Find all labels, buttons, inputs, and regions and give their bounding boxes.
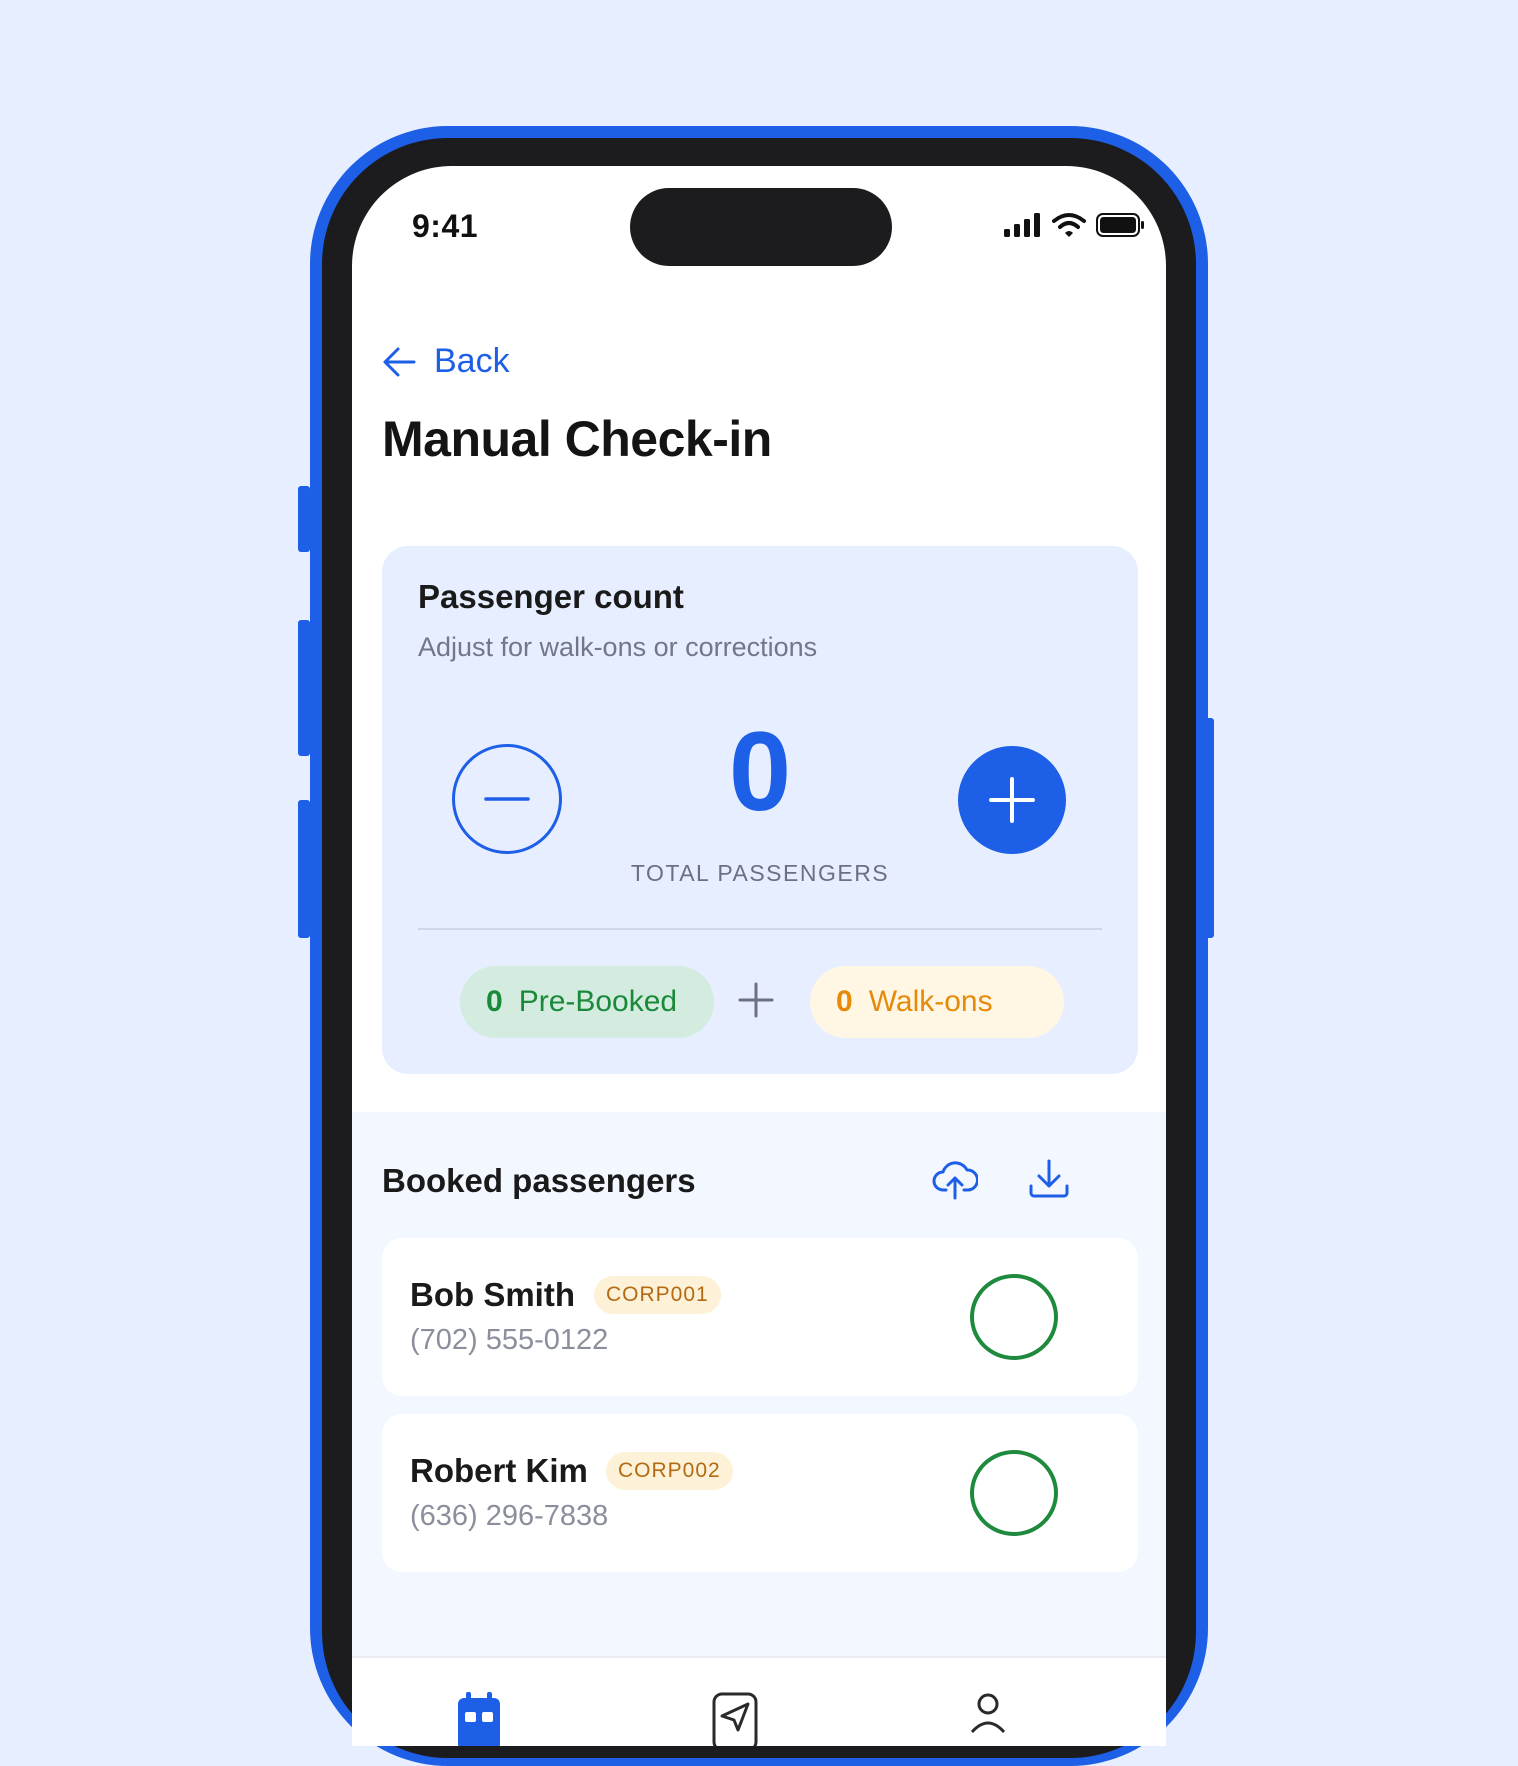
phone-side-button	[1202, 718, 1214, 938]
check-in-toggle[interactable]	[970, 1274, 1058, 1360]
corporate-code-badge: CORP002	[606, 1452, 733, 1490]
back-label: Back	[434, 342, 510, 380]
card-divider	[418, 928, 1102, 930]
arrow-left-icon	[383, 347, 416, 376]
passenger-count-card: Passenger count Adjust for walk-ons or c…	[382, 546, 1138, 1074]
signal-icon	[1004, 213, 1040, 237]
card-subtitle: Adjust for walk-ons or corrections	[418, 632, 818, 662]
profile-icon[interactable]	[970, 1692, 1006, 1746]
decrement-button[interactable]	[452, 744, 562, 854]
passenger-card[interactable]: Robert Kim CORP002 (636) 296-7838	[382, 1414, 1138, 1572]
cloud-upload-icon[interactable]	[932, 1158, 978, 1200]
send-icon[interactable]	[712, 1692, 758, 1746]
passenger-name: Robert Kim	[410, 1452, 588, 1489]
passenger-phone: (702) 555-0122	[410, 1324, 609, 1356]
booked-passengers-section: Booked passengers Bob Smith CORP001 (702…	[352, 1112, 1166, 1746]
minus-icon	[484, 797, 530, 801]
prebooked-pill: 0 Pre-Booked	[460, 966, 714, 1038]
check-in-toggle[interactable]	[970, 1450, 1058, 1536]
section-title: Booked passengers	[382, 1162, 696, 1199]
card-title: Passenger count	[418, 578, 684, 615]
phone-side-button	[298, 800, 310, 938]
total-passenger-count: 0	[728, 709, 792, 834]
back-button[interactable]: Back	[382, 342, 510, 381]
total-passengers-label: TOTAL PASSENGERS	[630, 860, 890, 886]
status-icons	[1004, 212, 1144, 238]
increment-button[interactable]	[958, 746, 1066, 854]
walkons-pill: 0 Walk-ons	[810, 966, 1064, 1038]
wifi-icon	[1052, 213, 1086, 237]
phone-side-button	[298, 620, 310, 756]
passenger-card[interactable]: Bob Smith CORP001 (702) 555-0122	[382, 1238, 1138, 1396]
passenger-name: Bob Smith	[410, 1276, 575, 1313]
phone-bezel: 9:41 Back Manual Check-in Passenger coun…	[322, 138, 1196, 1758]
corporate-code-badge: CORP001	[594, 1276, 721, 1314]
walkons-count: 0	[836, 985, 853, 1018]
plus-icon	[989, 777, 1035, 823]
phone-frame: 9:41 Back Manual Check-in Passenger coun…	[310, 126, 1208, 1766]
walkons-label: Walk-ons	[868, 985, 993, 1018]
prebooked-count: 0	[486, 985, 503, 1018]
page-title: Manual Check-in	[382, 411, 772, 467]
plus-separator-icon	[738, 982, 774, 1018]
download-icon[interactable]	[1028, 1158, 1070, 1200]
tab-bar	[352, 1656, 1166, 1746]
phone-side-button	[298, 486, 310, 552]
calendar-icon[interactable]	[456, 1692, 502, 1746]
phone-screen: 9:41 Back Manual Check-in Passenger coun…	[352, 166, 1166, 1746]
passenger-phone: (636) 296-7838	[410, 1500, 609, 1532]
battery-icon	[1096, 213, 1144, 237]
dynamic-island	[630, 188, 892, 266]
status-time: 9:41	[412, 208, 479, 244]
prebooked-label: Pre-Booked	[518, 985, 678, 1018]
